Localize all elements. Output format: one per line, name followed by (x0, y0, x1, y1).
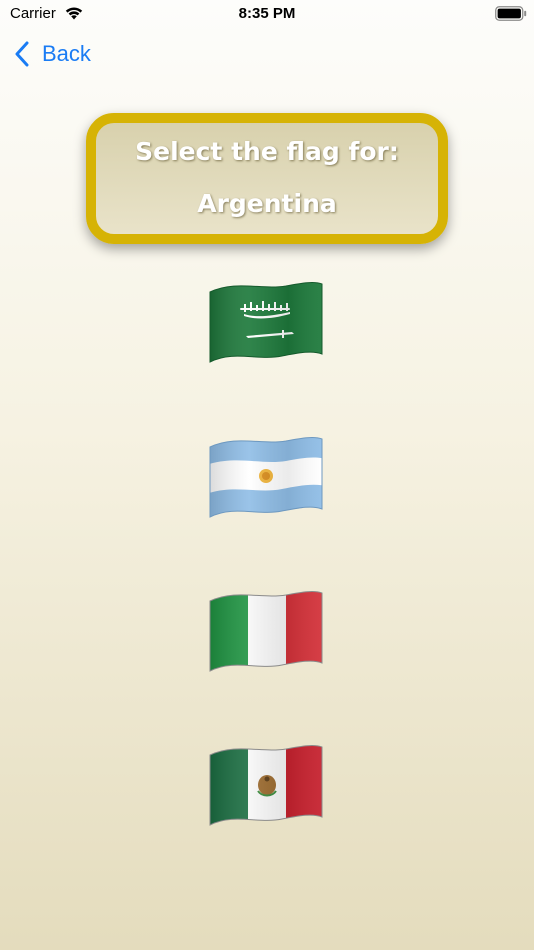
argentina-flag-icon (209, 437, 323, 518)
flag-option-saudi-arabia[interactable] (206, 278, 326, 366)
back-button[interactable]: Back (14, 38, 91, 70)
flag-option-argentina[interactable] (206, 433, 326, 521)
status-time: 8:35 PM (238, 5, 296, 22)
status-bar: Carrier 8:35 PM (0, 0, 534, 28)
mexico-flag-icon (209, 745, 323, 826)
chevron-left-icon (15, 41, 29, 67)
question-card: Select the flag for: Argentina (86, 113, 448, 244)
question-title: Select the flag for: (135, 137, 399, 166)
battery-icon (495, 6, 527, 21)
target-country: Argentina (197, 189, 337, 218)
flag-option-italy[interactable] (206, 587, 326, 675)
italy-flag-icon (209, 591, 323, 672)
back-label: Back (42, 41, 91, 66)
saudi-arabia-flag-icon (209, 282, 323, 363)
flag-option-mexico[interactable] (206, 741, 326, 829)
